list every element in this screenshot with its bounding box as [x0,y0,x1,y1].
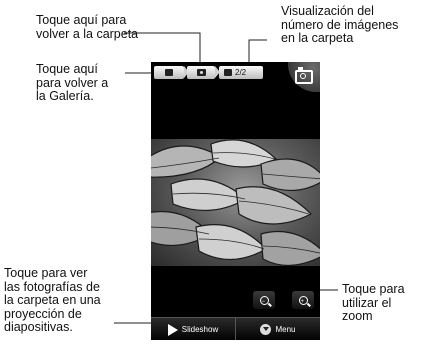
callout-zoom: Toque para utilizar el zoom [342,282,405,324]
camera-folder-icon [196,69,206,76]
callout-folder: Toque aquí para volver a la carpeta [36,13,139,41]
camera-icon [295,67,313,84]
photo-viewer[interactable] [151,139,320,266]
zoom-out-button[interactable]: − [253,291,275,309]
breadcrumb-gallery-button[interactable] [154,66,184,79]
leaves-photo [151,139,320,266]
image-icon [224,69,232,76]
phone-screen: 2/2 − + Slideshow Menu [151,62,320,340]
gallery-icon [165,69,173,76]
callout-gallery: Toque aquí para volver a la Galería. [36,62,109,104]
slideshow-button[interactable]: Slideshow [151,318,235,340]
callout-image-count: Visualización del número de imágenes en … [281,4,399,46]
play-icon [167,323,178,336]
camera-button[interactable] [288,62,320,92]
menu-button[interactable]: Menu [235,318,320,340]
image-count-label: 2/2 [235,68,247,77]
slideshow-label: Slideshow [181,325,219,334]
breadcrumb-folder-button[interactable] [187,66,215,79]
breadcrumb-image-count: 2/2 [219,66,263,79]
zoom-in-button[interactable]: + [292,291,314,309]
bottom-bar: Slideshow Menu [151,317,320,340]
zoom-out-icon: − [259,295,269,305]
zoom-in-icon: + [298,295,308,305]
callout-slideshow: Toque para ver las fotografías de la car… [4,266,101,335]
menu-label: Menu [275,325,296,334]
menu-icon [260,324,272,335]
